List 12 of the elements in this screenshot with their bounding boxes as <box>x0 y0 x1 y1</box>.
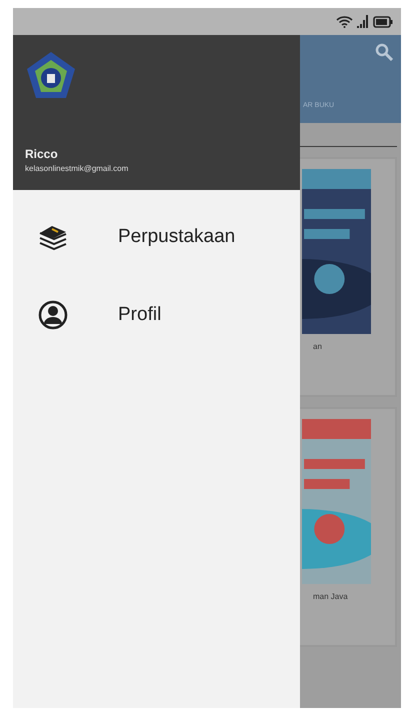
drawer-item[interactable]: Perpustakaan <box>13 198 300 276</box>
profile-icon <box>38 300 68 330</box>
user-email: kelasonlinestmik@gmail.com <box>25 163 130 175</box>
signal-icon <box>357 15 369 28</box>
search-icon[interactable] <box>375 43 393 61</box>
user-name: Ricco <box>25 146 59 163</box>
wifi-icon <box>336 15 353 28</box>
book-title: man Java <box>313 591 348 603</box>
battery-icon <box>373 16 393 28</box>
drawer-item[interactable]: Profil <box>13 276 300 354</box>
book-title: an <box>313 341 322 353</box>
books-icon <box>38 223 68 251</box>
